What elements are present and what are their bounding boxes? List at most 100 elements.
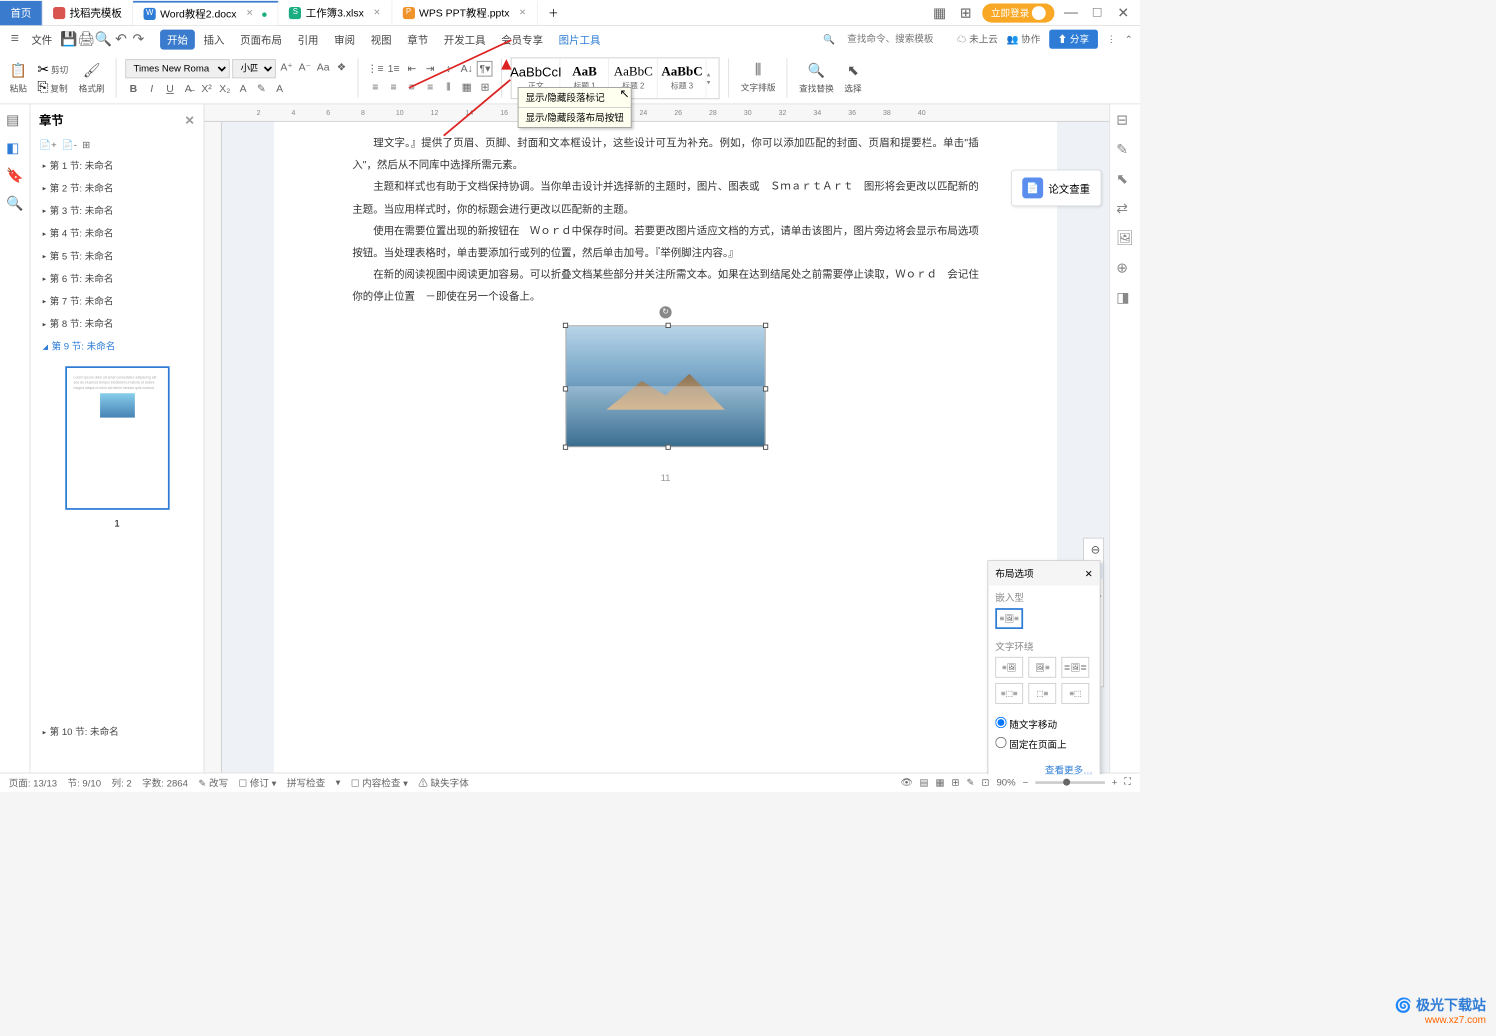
superscript-icon[interactable]: X² — [199, 81, 215, 97]
minus-icon[interactable]: ⊖ — [1088, 542, 1104, 558]
maximize-icon[interactable]: □ — [1088, 3, 1107, 22]
login-button[interactable]: 立即登录 — [982, 3, 1054, 22]
tab-word-doc[interactable]: WWord教程2.docx✕● — [133, 0, 279, 24]
layout-through-icon[interactable]: ≣🖼≣ — [1061, 657, 1089, 678]
zoom-value[interactable]: 90% — [996, 777, 1015, 787]
horizontal-ruler[interactable]: 2468 10121416 18202224 26283032 34363840 — [204, 104, 1109, 121]
outline-icon[interactable]: ▤ — [6, 111, 23, 128]
format-painter-button[interactable]: 🖌格式刷 — [76, 62, 107, 94]
zoom-out-icon[interactable]: − — [1023, 777, 1029, 787]
fullscreen-icon[interactable]: ⛶ — [1124, 777, 1131, 788]
layout-top-icon[interactable]: ≡⬚≡ — [995, 683, 1023, 704]
paste-button[interactable]: 📋粘贴 — [7, 62, 30, 94]
document-page[interactable]: 理文字。』提供了页眉、页脚、封面和文本框设计，这些设计可互为补充。例如，你可以添… — [274, 122, 1057, 774]
view-read-icon[interactable]: ✎ — [967, 777, 975, 788]
redo-icon[interactable]: ↷ — [131, 31, 147, 47]
font-color-icon[interactable]: A — [235, 81, 251, 97]
bold-icon[interactable]: B — [126, 81, 142, 97]
apps-icon[interactable]: ⊞ — [956, 3, 975, 22]
image-side-icon[interactable]: 🖼 — [1116, 230, 1133, 247]
document-image[interactable] — [566, 325, 766, 447]
fixed-position-radio[interactable]: 固定在页面上 — [995, 734, 1092, 754]
cloud-icon[interactable]: ☁ 未上云 — [957, 32, 998, 46]
check-duplicate-button[interactable]: 📄 论文查重 — [1011, 170, 1101, 207]
chapter-item[interactable]: ▸第 4 节: 未命名 — [30, 222, 203, 245]
cut-button[interactable]: ✂剪切 — [35, 60, 71, 77]
tab-start[interactable]: 开始 — [160, 29, 195, 49]
subscript-icon[interactable]: X₂ — [217, 81, 233, 97]
chevron-up-icon[interactable]: ⌃ — [1125, 33, 1133, 44]
page-thumbnail[interactable]: Lorem ipsum dolor sit amet consectetur a… — [65, 366, 169, 510]
missing-font[interactable]: ⚠ 缺失字体 — [418, 776, 469, 790]
close-icon[interactable]: ✕ — [246, 9, 253, 19]
tab-insert[interactable]: 插入 — [197, 29, 232, 49]
rotate-handle-icon[interactable]: ↻ — [659, 306, 671, 318]
share-button[interactable]: ⬆ 分享 — [1049, 30, 1098, 49]
chapter-item-active[interactable]: ◢第 9 节: 未命名 — [30, 335, 203, 358]
minimize-icon[interactable]: — — [1061, 3, 1080, 22]
chapter-item[interactable]: ▸第 1 节: 未命名 — [30, 154, 203, 177]
revision-status[interactable]: ☐ 修订 ▾ — [239, 776, 277, 790]
case-icon[interactable]: Aa — [315, 59, 331, 75]
globe-icon[interactable]: ⊕ — [1116, 259, 1133, 276]
image-selection[interactable]: ↻ — [566, 325, 766, 447]
spell-check[interactable]: 拼写检查 — [287, 776, 325, 790]
tab-layout[interactable]: 页面布局 — [233, 29, 289, 49]
close-icon[interactable]: ✕ — [373, 8, 380, 18]
find-replace-button[interactable]: 🔍查找替换 — [796, 62, 836, 94]
pen-icon[interactable]: ✎ — [1116, 141, 1133, 158]
decrease-font-icon[interactable]: A⁻ — [297, 59, 313, 75]
word-count[interactable]: 字数: 2864 — [142, 776, 188, 790]
highlight-icon[interactable]: ✎ — [254, 81, 270, 97]
tab-review[interactable]: 审阅 — [327, 29, 362, 49]
add-chapter-icon[interactable]: 📄+ — [39, 139, 57, 150]
eye-icon[interactable]: 👁 — [900, 777, 912, 788]
view-print-icon[interactable]: ▤ — [920, 777, 929, 788]
preview-icon[interactable]: 🔍 — [96, 31, 112, 47]
clear-format-icon[interactable]: ❖ — [334, 59, 350, 75]
page-status[interactable]: 页面: 13/13 — [9, 776, 57, 790]
bookmark-icon[interactable]: 🔖 — [6, 167, 23, 184]
align-justify-icon[interactable]: ≡ — [422, 79, 438, 95]
border-icon[interactable]: ⊞ — [477, 79, 493, 95]
menu-icon[interactable]: ≡ — [7, 31, 23, 47]
increase-font-icon[interactable]: A⁺ — [279, 59, 295, 75]
chapter-nav-icon[interactable]: ◧ — [6, 139, 23, 156]
text-layout-button[interactable]: ⫼文字排版 — [738, 63, 778, 93]
panel-icon[interactable]: ◨ — [1116, 289, 1133, 306]
coop-icon[interactable]: 👥 协作 — [1007, 32, 1041, 46]
print-icon[interactable]: 🖨 — [78, 31, 94, 47]
view-web-icon[interactable]: ▦ — [936, 777, 945, 788]
view-outline-icon[interactable]: ⊞ — [952, 777, 960, 788]
tab-reference[interactable]: 引用 — [291, 29, 326, 49]
chapter-item[interactable]: ▸第 5 节: 未命名 — [30, 244, 203, 267]
underline-icon[interactable]: U — [162, 81, 178, 97]
shading-icon[interactable]: ▦ — [459, 79, 475, 95]
style-h3[interactable]: AaBbC标题 3 — [658, 58, 707, 98]
chapter-setting-icon[interactable]: ⊞ — [82, 139, 90, 150]
save-icon[interactable]: 💾 — [61, 31, 77, 47]
copy-button[interactable]: ⎘复制 — [35, 80, 71, 96]
move-with-text-radio[interactable]: 随文字移动 — [995, 714, 1092, 734]
zoom-fit-icon[interactable]: ⊡ — [982, 777, 990, 788]
content-check[interactable]: ☐ 内容检查 ▾ — [351, 776, 408, 790]
section-status[interactable]: 节: 9/10 — [68, 776, 102, 790]
pointer-icon[interactable]: ⬉ — [1116, 171, 1133, 188]
show-marks-icon[interactable]: ¶▾ — [477, 61, 493, 77]
tab-image-tools[interactable]: 图片工具 — [552, 29, 608, 49]
close-icon[interactable]: ✕ — [519, 8, 526, 18]
close-window-icon[interactable]: ✕ — [1114, 3, 1133, 22]
chapter-item[interactable]: ▸第 8 节: 未命名 — [30, 312, 203, 335]
file-menu[interactable]: 文件 — [24, 29, 59, 49]
select-button[interactable]: ⬉选择 — [842, 62, 865, 94]
layout-front-icon[interactable]: ≡⬚ — [1061, 683, 1089, 704]
search-side-icon[interactable]: 🔍 — [6, 195, 23, 212]
style-up-icon[interactable]: ▴ — [707, 70, 719, 78]
adjust-icon[interactable]: ⇄ — [1116, 200, 1133, 217]
font-size-select[interactable]: 小四 — [233, 59, 277, 78]
undo-icon[interactable]: ↶ — [113, 31, 129, 47]
chapter-item[interactable]: ▸第 3 节: 未命名 — [30, 199, 203, 222]
layout-square-icon[interactable]: ≡🖼 — [995, 657, 1023, 678]
tab-excel[interactable]: S工作簿3.xlsx✕ — [279, 0, 392, 24]
tab-member[interactable]: 会员专享 — [494, 29, 550, 49]
